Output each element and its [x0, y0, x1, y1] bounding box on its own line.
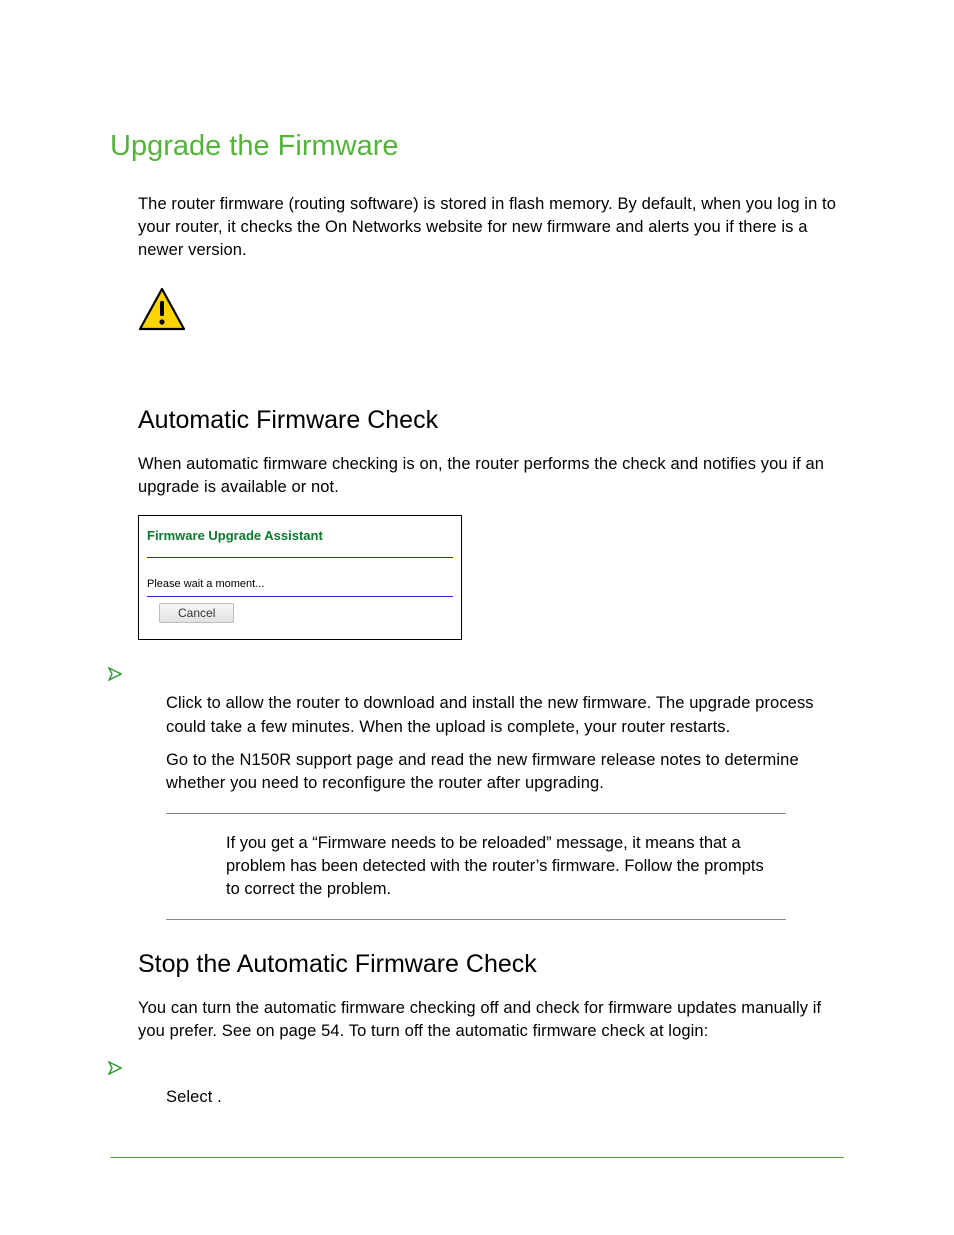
- dialog-message: Please wait a moment...: [147, 578, 453, 590]
- step-select: Select .: [166, 1086, 844, 1109]
- arrow-bullet-icon: [108, 1061, 122, 1080]
- note-text: If you get a “Firmware needs to be reloa…: [166, 814, 786, 919]
- dialog-separator: [147, 557, 453, 558]
- arrow-bullet-icon: [108, 667, 122, 686]
- intro-paragraph: The router firmware (routing software) i…: [138, 193, 844, 262]
- note-box: If you get a “Firmware needs to be reloa…: [166, 813, 786, 920]
- step-release-notes: Go to the N150R support page and read th…: [166, 749, 844, 795]
- section-heading-auto-check: Automatic Firmware Check: [138, 406, 844, 435]
- dialog-separator-2: [147, 596, 453, 597]
- section2-paragraph: You can turn the automatic firmware chec…: [138, 997, 844, 1043]
- section-heading-stop-check: Stop the Automatic Firmware Check: [138, 950, 844, 979]
- firmware-dialog-screenshot: Firmware Upgrade Assistant Please wait a…: [138, 515, 462, 640]
- footer-rule: [110, 1157, 844, 1158]
- dialog-title: Firmware Upgrade Assistant: [147, 528, 453, 543]
- step-click-yes: Click to allow the router to download an…: [166, 692, 844, 738]
- dialog-cancel-button: Cancel: [159, 603, 234, 623]
- warning-icon: [138, 287, 844, 336]
- page-title: Upgrade the Firmware: [110, 130, 844, 163]
- section1-paragraph: When automatic firmware checking is on, …: [138, 453, 844, 499]
